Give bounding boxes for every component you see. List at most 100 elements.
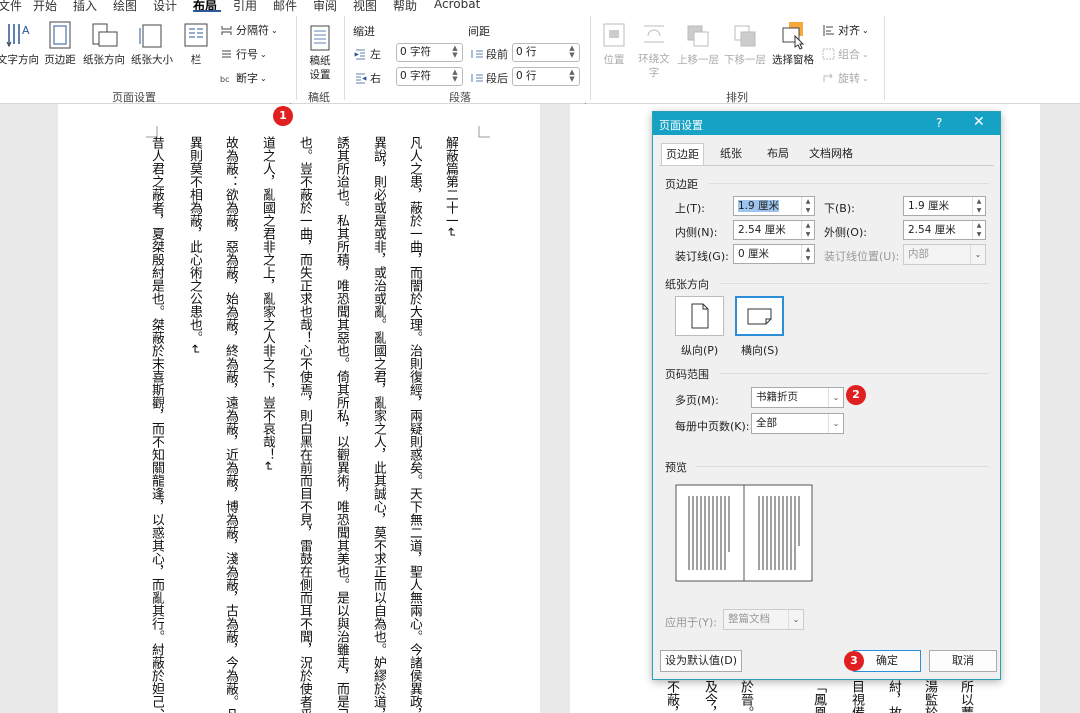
size-button[interactable]: 纸张大小 bbox=[129, 20, 175, 67]
text-direction-button[interactable]: A 文字方向 bbox=[0, 20, 40, 67]
spinner-icon[interactable]: ▲ ▼ bbox=[801, 221, 814, 239]
dropdown-arrow-icon: ⌄ bbox=[970, 245, 985, 264]
group-button[interactable]: 组合 ⌄ bbox=[822, 46, 869, 62]
landscape-label[interactable]: 横向(S) bbox=[741, 342, 779, 358]
spacing-after-input[interactable]: 0 行 ▲ ▼ bbox=[512, 67, 580, 86]
align-button[interactable]: 对齐 ⌄ bbox=[822, 22, 869, 38]
rotate-button[interactable]: 旋转 ⌄ bbox=[822, 70, 869, 86]
outside-margin-input[interactable]: 2.54 厘米 ▲ ▼ bbox=[903, 220, 986, 240]
spacing-after-text: 段后 bbox=[486, 72, 508, 85]
margins-button[interactable]: 页边距 bbox=[42, 20, 78, 67]
tab-insert[interactable]: 插入 bbox=[73, 0, 97, 12]
section-divider bbox=[695, 466, 989, 467]
dropdown-arrow-icon: ⌄ bbox=[828, 414, 843, 433]
gutter-input[interactable]: 0 厘米 ▲ ▼ bbox=[733, 244, 815, 264]
tab-paper[interactable]: 纸张 bbox=[716, 143, 746, 165]
tab-file[interactable]: 文件 bbox=[0, 0, 22, 12]
spinner-icon[interactable]: ▲ ▼ bbox=[567, 69, 577, 84]
indent-right-label: 右 bbox=[354, 70, 381, 86]
tab-draw[interactable]: 绘图 bbox=[113, 0, 137, 12]
bring-forward-button[interactable]: 上移一层 bbox=[675, 20, 721, 67]
tab-mailings[interactable]: 邮件 bbox=[273, 0, 297, 12]
position-label: 位置 bbox=[603, 54, 625, 66]
gutter-position-value: 内部 bbox=[908, 248, 929, 260]
spinner-icon[interactable]: ▲ ▼ bbox=[972, 221, 985, 239]
cancel-button[interactable]: 取消 bbox=[929, 650, 997, 672]
spinner-icon[interactable]: ▲ ▼ bbox=[450, 69, 460, 84]
send-backward-button[interactable]: 下移一层 bbox=[722, 20, 768, 67]
align-icon bbox=[823, 25, 834, 36]
inside-margin-input[interactable]: 2.54 厘米 ▲ ▼ bbox=[733, 220, 815, 240]
breaks-icon bbox=[221, 26, 232, 35]
hyphenation-chevron-icon: ⌄ bbox=[260, 73, 267, 83]
help-icon[interactable]: ? bbox=[936, 116, 942, 130]
portrait-option[interactable] bbox=[675, 296, 724, 336]
tab-home[interactable]: 开始 bbox=[33, 0, 57, 12]
wrap-text-button[interactable]: 环绕文字 bbox=[634, 20, 674, 80]
text-column: 故為蔽：欲為蔽，惡為蔽，始為蔽，終為蔽，遠為蔽，近為蔽，博為蔽，淺為蔽，古為蔽，… bbox=[223, 136, 238, 713]
svg-text:bc: bc bbox=[220, 75, 229, 84]
tab-layout[interactable]: 布局 bbox=[763, 143, 793, 165]
breaks-button[interactable]: 分隔符 ⌄ bbox=[220, 22, 278, 38]
sheets-per-booklet-value: 全部 bbox=[756, 417, 777, 429]
indent-right-input[interactable]: 0 字符 ▲ ▼ bbox=[396, 67, 463, 86]
spinner-icon[interactable]: ▲ ▼ bbox=[972, 197, 985, 215]
text-column: 紂，故 bbox=[886, 680, 901, 713]
tab-references[interactable]: 引用 bbox=[233, 0, 257, 12]
portrait-label[interactable]: 纵向(P) bbox=[681, 342, 718, 358]
indent-left-input[interactable]: 0 字符 ▲ ▼ bbox=[396, 43, 463, 62]
top-margin-input[interactable]: 1.9 厘米 ▲ ▼ bbox=[733, 196, 815, 216]
orientation-button[interactable]: 纸张方向 bbox=[82, 20, 126, 67]
send-backward-icon bbox=[734, 25, 756, 47]
columns-button[interactable]: 栏 bbox=[180, 20, 212, 67]
spacing-after-value: 0 行 bbox=[516, 70, 537, 82]
svg-text:A: A bbox=[22, 24, 30, 37]
line-numbers-label: 行号 bbox=[236, 48, 258, 61]
selection-pane-button[interactable]: 选择窗格 bbox=[770, 20, 816, 67]
manuscript-settings-button[interactable]: 稿纸设置 bbox=[303, 24, 337, 82]
sheets-per-booklet-label: 每册中页数(K): bbox=[675, 420, 750, 433]
landscape-page-icon bbox=[747, 308, 772, 325]
close-icon[interactable]: ✕ bbox=[973, 114, 985, 130]
tab-help[interactable]: 帮助 bbox=[393, 0, 417, 12]
line-numbers-button[interactable]: 行号 ⌄ bbox=[220, 46, 267, 62]
indent-left-value: 0 字符 bbox=[400, 46, 432, 58]
text-column: 昔人君之蔽者，夏桀殷紂是也。桀蔽於末喜斯觀，而不知關龍逢，以惑其心，而亂其行。紂… bbox=[149, 136, 164, 713]
position-button[interactable]: 位置 bbox=[598, 20, 630, 67]
tab-document-grid[interactable]: 文档网格 bbox=[805, 143, 857, 165]
spinner-icon[interactable]: ▲ ▼ bbox=[801, 197, 814, 215]
tab-review[interactable]: 审阅 bbox=[313, 0, 337, 12]
ribbon: A 文字方向 页边距 纸张方向 纸张大小 栏 分隔符 ⌄ 行号 ⌄ bc 断字 ⌄ 页… bbox=[0, 12, 1080, 112]
spinner-icon[interactable]: ▲ ▼ bbox=[450, 45, 460, 60]
selection-pane-label: 选择窗格 bbox=[772, 54, 814, 66]
preview-section-heading: 预览 bbox=[665, 461, 687, 474]
gutter-position-select[interactable]: 内部 ⌄ bbox=[903, 244, 986, 265]
tab-acrobat[interactable]: Acrobat bbox=[434, 0, 480, 11]
rotate-chevron-icon: ⌄ bbox=[862, 73, 869, 83]
top-margin-label: 上(T): bbox=[675, 202, 706, 215]
bottom-margin-input[interactable]: 1.9 厘米 ▲ ▼ bbox=[903, 196, 986, 216]
tab-design[interactable]: 设计 bbox=[153, 0, 177, 12]
gutter-position-label: 装订线位置(U): bbox=[824, 250, 900, 263]
spacing-before-input[interactable]: 0 行 ▲ ▼ bbox=[512, 43, 580, 62]
inside-margin-value: 2.54 厘米 bbox=[738, 224, 786, 236]
set-default-button[interactable]: 设为默认值(D) bbox=[660, 650, 742, 672]
spinner-icon[interactable]: ▲ ▼ bbox=[567, 45, 577, 60]
landscape-option[interactable] bbox=[735, 296, 784, 336]
dialog-title-bar[interactable]: 页面设置 ? ✕ bbox=[653, 112, 1000, 135]
dropdown-arrow-icon: ⌄ bbox=[788, 610, 803, 629]
indent-left-icon bbox=[354, 49, 365, 60]
tab-view[interactable]: 视图 bbox=[353, 0, 377, 12]
tab-margins[interactable]: 页边距 bbox=[661, 143, 704, 165]
text-column: 不蔽， bbox=[664, 680, 679, 713]
spacing-before-text: 段前 bbox=[486, 48, 508, 61]
multiple-pages-select[interactable]: 书籍折页 ⌄ bbox=[751, 387, 844, 408]
hyphenation-button[interactable]: bc 断字 ⌄ bbox=[220, 70, 267, 86]
apply-to-select[interactable]: 整篇文档 ⌄ bbox=[723, 609, 804, 630]
spinner-icon[interactable]: ▲ ▼ bbox=[801, 245, 814, 263]
outside-margin-label: 外侧(O): bbox=[824, 226, 867, 239]
text-column: 解蔽篇第二十一↵ bbox=[443, 136, 458, 238]
spacing-before-icon bbox=[471, 50, 483, 58]
sheets-per-booklet-select[interactable]: 全部 ⌄ bbox=[751, 413, 844, 434]
manuscript-icon bbox=[310, 25, 330, 51]
